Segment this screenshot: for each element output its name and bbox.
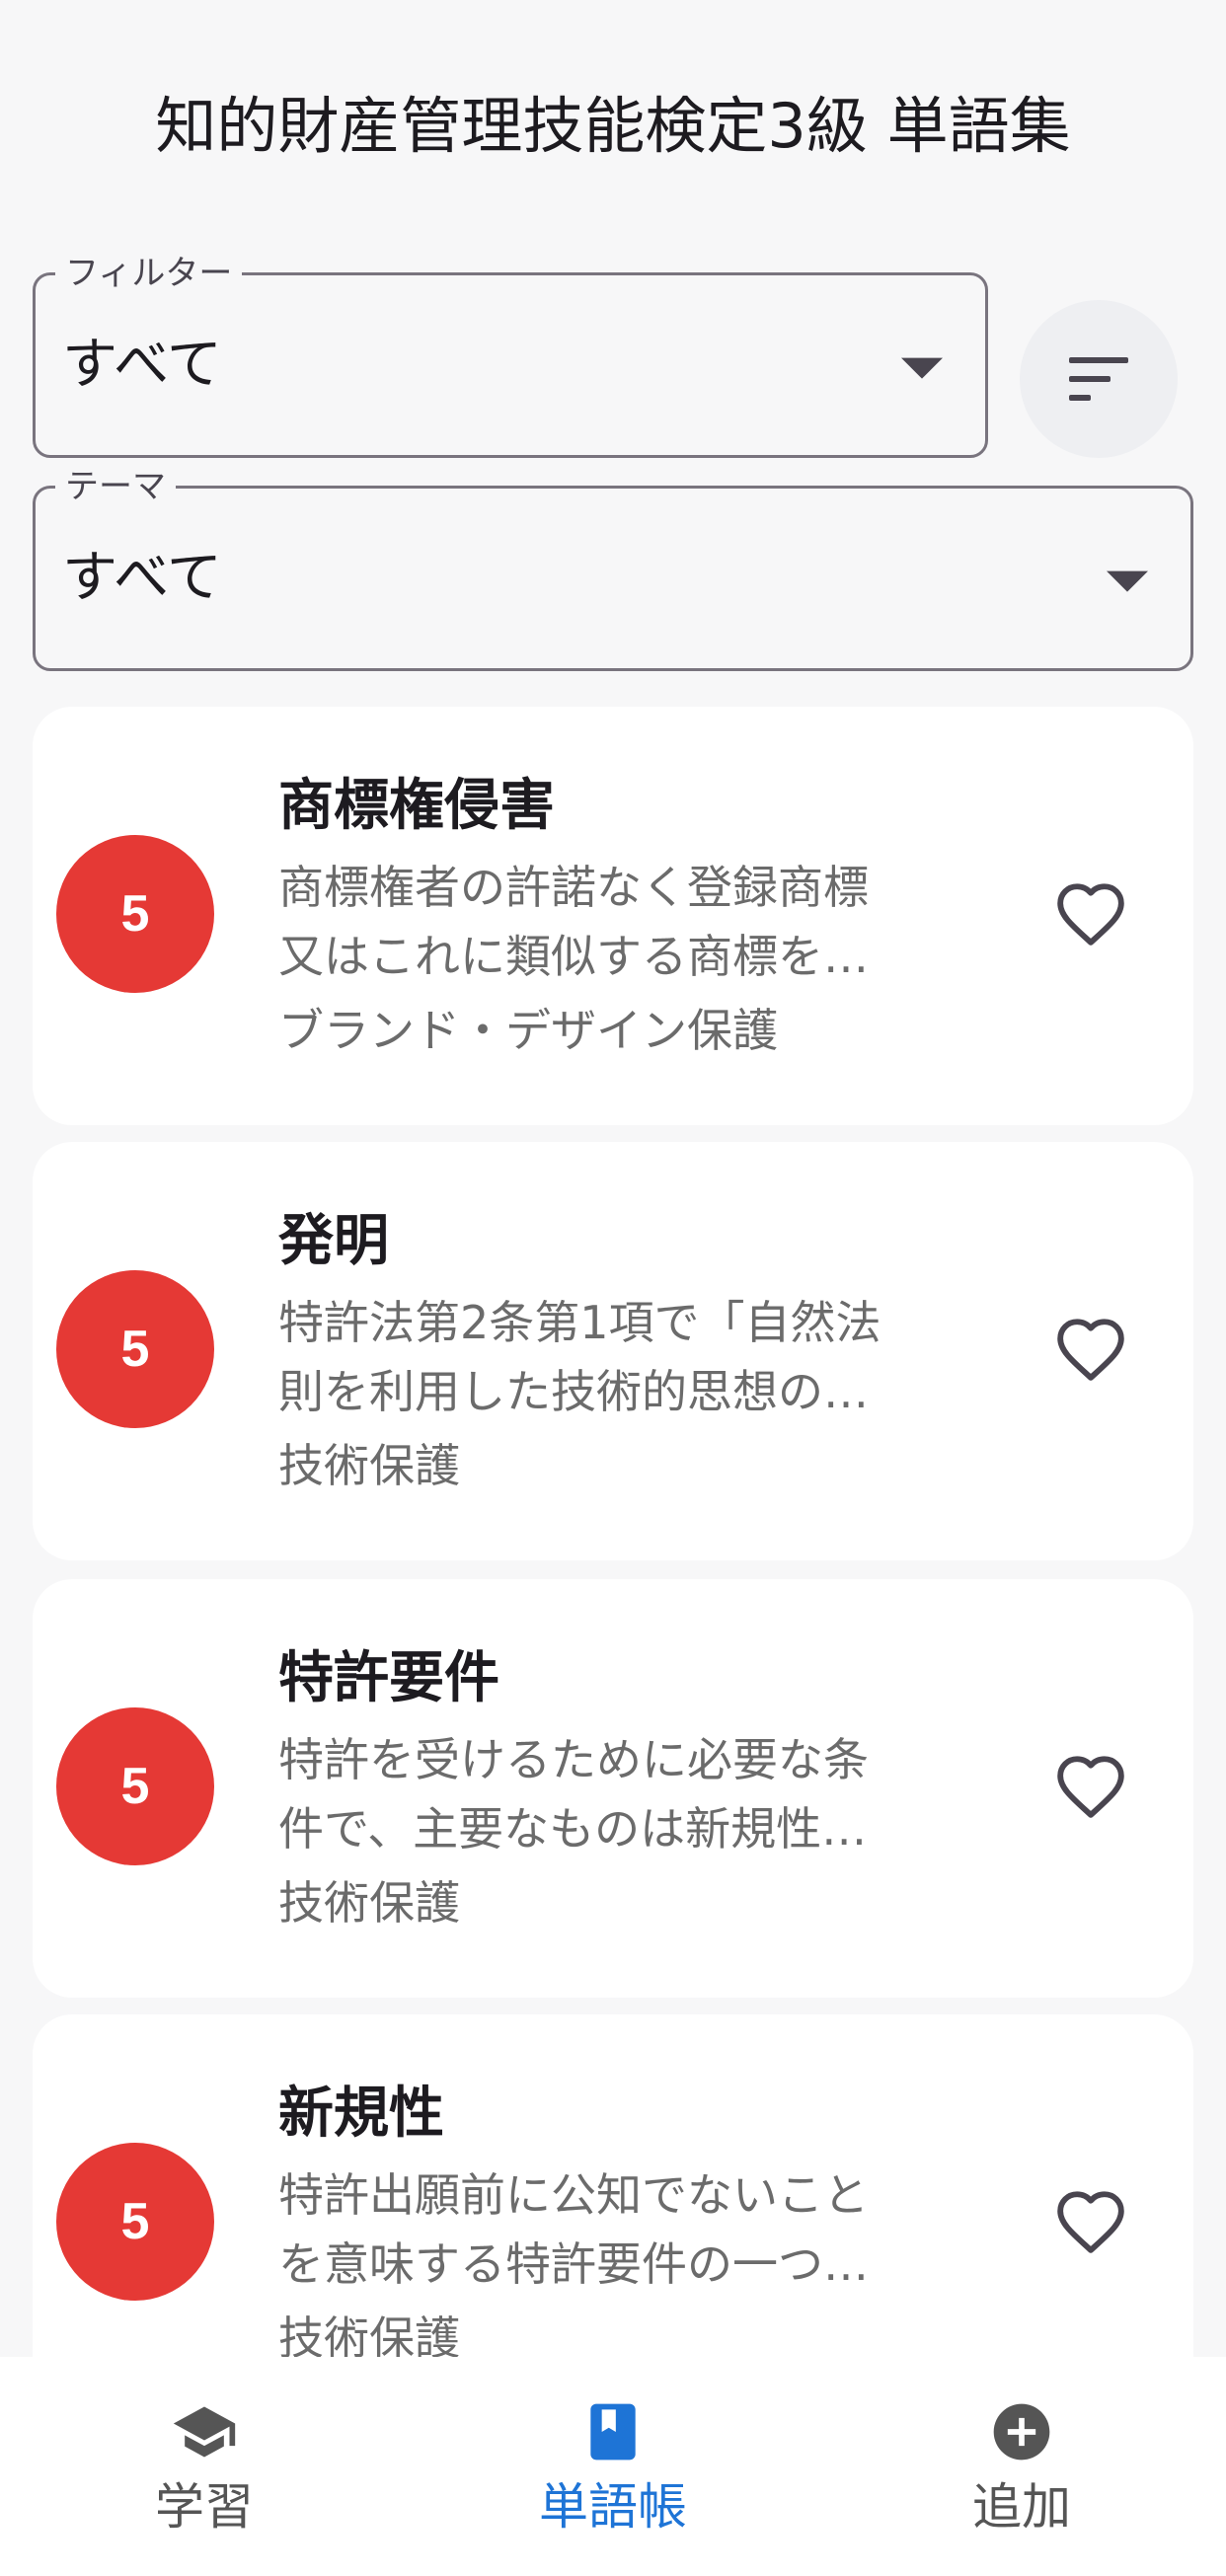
word-term: 発明 — [278, 1209, 389, 1273]
nav-label: 学習 — [155, 2478, 254, 2536]
definition-line: 特許出願前に公知でないこと — [278, 2168, 869, 2222]
word-theme: 技術保護 — [278, 1439, 460, 1492]
word-term: 特許要件 — [278, 1646, 499, 1710]
level-badge: 5 — [56, 2143, 214, 2301]
definition-line: 又はこれに類似する商標を… — [278, 930, 869, 983]
definition-line: を意味する特許要件の一つ… — [278, 2237, 869, 2291]
word-theme: 技術保護 — [278, 1876, 460, 1930]
word-term: 商標権侵害 — [278, 774, 555, 838]
add-circle-icon — [993, 2403, 1050, 2461]
graduation-cap-icon — [173, 2406, 236, 2458]
theme-value: すべて — [62, 546, 222, 610]
sort-button[interactable] — [1020, 300, 1178, 458]
nav-item-study[interactable]: 学習 — [0, 2357, 409, 2576]
book-icon — [590, 2403, 636, 2461]
level-badge: 5 — [56, 1707, 214, 1865]
word-theme: ブランド・デザイン保護 — [278, 1004, 778, 1057]
favorite-button[interactable] — [1032, 1727, 1150, 1846]
word-card[interactable]: 5 特許要件 特許を受けるために必要な条 件で、主要なものは新規性… 技術保護 — [33, 1579, 1193, 1998]
definition-line: 商標権者の許諾なく登録商標 — [278, 861, 869, 914]
level-badge: 5 — [56, 1270, 214, 1428]
filter-dropdown[interactable]: フィルター すべて — [33, 254, 988, 458]
nav-label: 単語帳 — [539, 2478, 687, 2536]
filter-label: フィルター — [55, 254, 243, 293]
definition-line: 特許を受けるために必要な条 — [278, 1733, 869, 1786]
dropdown-arrow-icon — [1107, 570, 1148, 592]
word-definition: 特許を受けるために必要な条 件で、主要なものは新規性… — [278, 1725, 950, 1863]
definition-line: 件で、主要なものは新規性… — [278, 1802, 868, 1856]
favorite-button[interactable] — [1032, 855, 1150, 973]
definition-line: 特許法第2条第1項で「自然法 — [278, 1296, 881, 1349]
heart-outline-icon — [1057, 1319, 1124, 1381]
theme-dropdown[interactable]: テーマ すべて — [33, 467, 1193, 671]
heart-outline-icon — [1057, 2191, 1124, 2253]
word-card[interactable]: 5 商標権侵害 商標権者の許諾なく登録商標 又はこれに類似する商標を… ブランド… — [33, 707, 1193, 1125]
dropdown-arrow-icon — [901, 357, 943, 379]
level-badge: 5 — [56, 835, 214, 993]
nav-label: 追加 — [972, 2478, 1071, 2536]
definition-line: 則を利用した技術的思想の… — [278, 1365, 869, 1418]
heart-outline-icon — [1057, 883, 1124, 946]
word-definition: 特許法第2条第1項で「自然法 則を利用した技術的思想の… — [278, 1288, 950, 1426]
word-list[interactable]: 5 商標権侵害 商標権者の許諾なく登録商標 又はこれに類似する商標を… ブランド… — [0, 707, 1226, 2357]
filter-value: すべて — [62, 333, 222, 397]
favorite-button[interactable] — [1032, 2162, 1150, 2281]
nav-item-wordbook[interactable]: 単語帳 — [409, 2357, 817, 2576]
word-list-screen: 知的財産管理技能検定3級 単語集 フィルター すべて テーマ すべて 5 商標権… — [0, 0, 1226, 2576]
heart-outline-icon — [1057, 1756, 1124, 1818]
theme-label: テーマ — [55, 467, 176, 506]
sort-icon — [1069, 357, 1128, 401]
bottom-navigation: 学習 単語帳 追加 — [0, 2357, 1226, 2576]
nav-item-add[interactable]: 追加 — [817, 2357, 1226, 2576]
page-title: 知的財産管理技能検定3級 単語集 — [155, 90, 1071, 162]
word-term: 新規性 — [278, 2082, 444, 2146]
word-card[interactable]: 5 発明 特許法第2条第1項で「自然法 則を利用した技術的思想の… 技術保護 — [33, 1142, 1193, 1560]
word-definition: 商標権者の許諾なく登録商標 又はこれに類似する商標を… — [278, 853, 950, 991]
favorite-button[interactable] — [1032, 1290, 1150, 1408]
word-card[interactable]: 5 新規性 特許出願前に公知でないこと を意味する特許要件の一つ… 技術保護 — [33, 2014, 1193, 2357]
word-definition: 特許出願前に公知でないこと を意味する特許要件の一つ… — [278, 2160, 950, 2299]
word-theme: 技術保護 — [278, 2311, 460, 2357]
